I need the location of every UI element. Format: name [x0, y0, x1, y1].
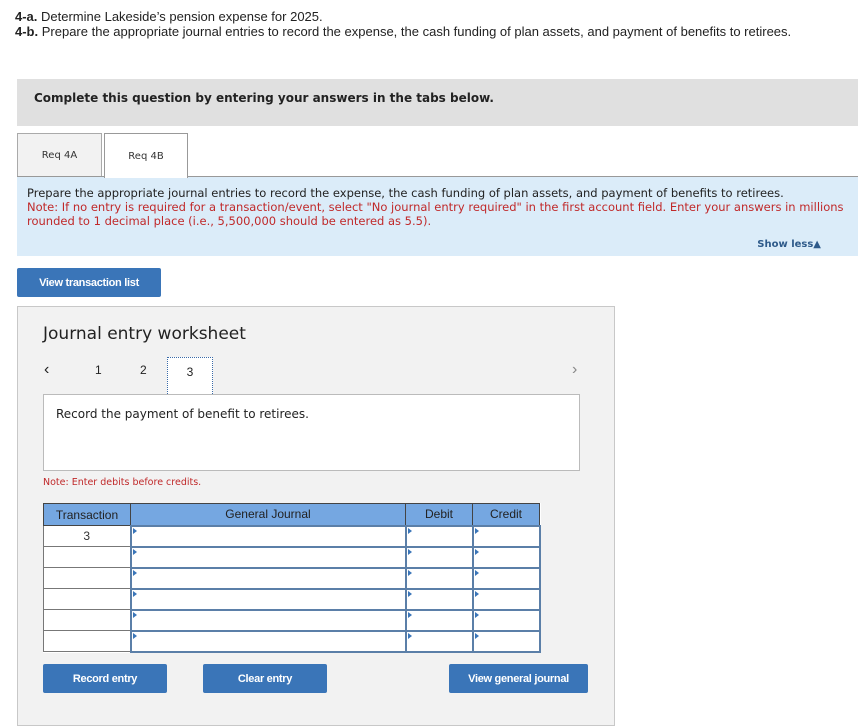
- credit-input[interactable]: [471, 566, 541, 590]
- input-marker-icon: [407, 632, 412, 639]
- tab-req-4b[interactable]: Req 4B: [104, 133, 188, 178]
- transaction-cell: [43, 630, 131, 652]
- input-marker-icon: [407, 527, 412, 534]
- view-transaction-list-button[interactable]: View transaction list: [17, 268, 161, 297]
- instructions-text: Prepare the appropriate journal entries …: [27, 186, 784, 200]
- table-row: [43, 545, 541, 569]
- journal-entry-worksheet: Journal entry worksheet ‹ 1 2 3 › Record…: [17, 306, 615, 726]
- credit-input[interactable]: [471, 587, 541, 611]
- chevron-right-icon[interactable]: ›: [572, 361, 577, 379]
- header-debit: Debit: [405, 503, 473, 526]
- account-input[interactable]: [129, 545, 407, 569]
- credit-input[interactable]: [471, 608, 541, 632]
- question-intro: 4-a. Determine Lakeside’s pension expens…: [15, 9, 835, 39]
- part-a-text: Determine Lakeside’s pension expense for…: [37, 9, 323, 24]
- credit-input[interactable]: [471, 524, 541, 548]
- account-input[interactable]: [129, 629, 407, 653]
- input-marker-icon: [407, 548, 412, 555]
- debit-input[interactable]: [404, 566, 474, 590]
- input-marker-icon: [407, 590, 412, 597]
- debit-input[interactable]: [404, 545, 474, 569]
- worksheet-title: Journal entry worksheet: [43, 324, 246, 344]
- header-transaction: Transaction: [43, 503, 131, 526]
- table-row: [43, 587, 541, 611]
- input-marker-icon: [407, 569, 412, 576]
- debit-input[interactable]: [404, 608, 474, 632]
- account-input[interactable]: [129, 608, 407, 632]
- part-b-text: Prepare the appropriate journal entries …: [38, 24, 792, 39]
- input-marker-icon: [474, 548, 479, 555]
- instructions-note: Note: If no entry is required for a tran…: [27, 200, 844, 228]
- debits-before-credits-note: Note: Enter debits before credits.: [43, 477, 202, 488]
- tab-req-4a[interactable]: Req 4A: [17, 133, 102, 176]
- part-b-label: 4-b.: [15, 24, 39, 39]
- part-a-label: 4-a.: [15, 9, 38, 24]
- dropdown-marker-icon: [132, 527, 137, 534]
- worksheet-pager: ‹ 1 2 3 ›: [18, 357, 616, 395]
- transaction-cell: [43, 567, 131, 589]
- page-1-link[interactable]: 1: [95, 363, 102, 377]
- journal-entry-table: Transaction General Journal Debit Credit…: [43, 503, 541, 653]
- header-general-journal: General Journal: [130, 503, 406, 526]
- chevron-left-icon[interactable]: ‹: [44, 361, 49, 379]
- debit-input[interactable]: [404, 524, 474, 548]
- requirement-tabs: Req 4A Req 4B: [17, 133, 858, 178]
- table-row: [43, 608, 541, 632]
- account-input[interactable]: [129, 587, 407, 611]
- instructions-panel: Prepare the appropriate journal entries …: [17, 177, 858, 256]
- table-header-row: Transaction General Journal Debit Credit: [43, 503, 540, 526]
- account-input[interactable]: [129, 524, 407, 548]
- page-2-link[interactable]: 2: [140, 363, 147, 377]
- dropdown-marker-icon: [132, 611, 137, 618]
- input-marker-icon: [474, 611, 479, 618]
- dropdown-marker-icon: [132, 569, 137, 576]
- credit-input[interactable]: [471, 629, 541, 653]
- transaction-cell: [43, 588, 131, 610]
- transaction-description: Record the payment of benefit to retiree…: [43, 394, 580, 471]
- complete-question-banner: Complete this question by entering your …: [17, 79, 858, 126]
- dropdown-marker-icon: [132, 548, 137, 555]
- clear-entry-button[interactable]: Clear entry: [203, 664, 327, 693]
- dropdown-marker-icon: [132, 590, 137, 597]
- input-marker-icon: [474, 527, 479, 534]
- table-row: [43, 566, 541, 590]
- record-entry-button[interactable]: Record entry: [43, 664, 167, 693]
- transaction-cell: 3: [43, 525, 131, 547]
- input-marker-icon: [474, 590, 479, 597]
- credit-input[interactable]: [471, 545, 541, 569]
- banner-text: Complete this question by entering your …: [34, 91, 494, 105]
- view-general-journal-button[interactable]: View general journal: [449, 664, 588, 693]
- transaction-cell: [43, 546, 131, 568]
- dropdown-marker-icon: [132, 632, 137, 639]
- input-marker-icon: [474, 632, 479, 639]
- page-3-current[interactable]: 3: [167, 357, 213, 394]
- debit-input[interactable]: [404, 587, 474, 611]
- input-marker-icon: [474, 569, 479, 576]
- table-row: [43, 629, 541, 653]
- show-less-link[interactable]: Show less▲: [757, 238, 821, 252]
- header-credit: Credit: [472, 503, 540, 526]
- debit-input[interactable]: [404, 629, 474, 653]
- account-input[interactable]: [129, 566, 407, 590]
- input-marker-icon: [407, 611, 412, 618]
- transaction-cell: [43, 609, 131, 631]
- table-row: 3: [43, 524, 541, 548]
